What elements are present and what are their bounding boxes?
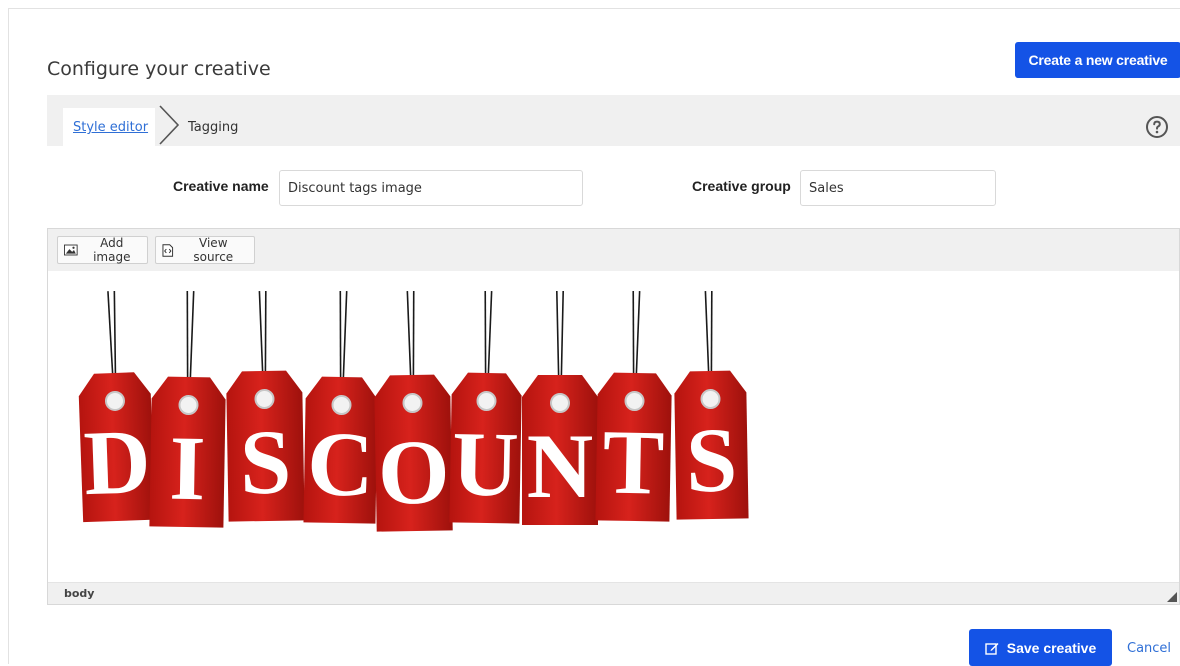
tag-hole <box>331 394 352 415</box>
tag-letter: C <box>306 412 374 515</box>
save-creative-label: Save creative <box>1006 639 1097 656</box>
creative-group-input[interactable] <box>800 170 996 206</box>
tag-letter: S <box>239 411 292 514</box>
discount-tag-o: O <box>374 291 453 532</box>
page-title: Configure your creative <box>47 57 271 80</box>
help-circle-icon[interactable] <box>1145 115 1169 139</box>
discount-tag-c: C <box>303 291 378 524</box>
tag-letter: I <box>169 417 207 520</box>
discount-tag-i: I <box>149 291 226 528</box>
creative-group-label: Creative group <box>692 178 791 194</box>
resize-handle-icon[interactable] <box>1167 592 1177 602</box>
tag-hole <box>476 390 497 411</box>
view-source-label: View source <box>193 236 234 264</box>
discount-tag-s: S <box>226 291 305 522</box>
discounts-tags-image[interactable]: DISCOUNTS <box>74 291 764 541</box>
tag-letter: T <box>602 410 665 513</box>
image-icon <box>64 244 78 256</box>
discount-tag-d: D <box>78 291 156 523</box>
tag-hole <box>624 390 645 411</box>
tag-hole <box>104 390 125 411</box>
tab-tagging[interactable]: Tagging <box>188 120 238 135</box>
save-creative-button[interactable]: Save creative <box>969 629 1112 666</box>
editor-toolbar: Add image View source <box>48 229 1179 272</box>
add-image-label: Add image <box>93 236 131 264</box>
breadcrumb-chevron-icon <box>159 105 180 145</box>
add-image-button[interactable]: Add image <box>57 236 148 264</box>
tag-hole <box>700 388 721 409</box>
tag-letter: N <box>527 415 593 517</box>
rich-text-editor: Add image View source DISCOUNTS body <box>47 228 1180 605</box>
tag-letter: O <box>377 420 450 523</box>
create-new-creative-button[interactable]: Create a new creative <box>1015 42 1180 78</box>
view-source-button[interactable]: View source <box>155 236 255 264</box>
element-path[interactable]: body <box>64 587 94 600</box>
edit-icon <box>985 642 999 655</box>
discount-tag-s: S <box>674 291 749 520</box>
tag-hole <box>254 388 275 409</box>
tab-style-editor-label[interactable]: Style editor <box>73 120 148 135</box>
creative-name-input[interactable] <box>279 170 583 206</box>
tag-letter: U <box>451 412 519 515</box>
tab-style-editor[interactable]: Style editor <box>63 108 155 146</box>
editor-content-area[interactable]: DISCOUNTS <box>48 271 1179 583</box>
tag-letter: S <box>685 409 738 512</box>
tag-hole <box>178 394 199 415</box>
tag-hole <box>402 392 423 413</box>
editor-status-bar: body <box>48 582 1179 604</box>
tag-letter: D <box>82 410 152 514</box>
tab-bar: Style editor Tagging <box>47 95 1180 146</box>
tag-hole <box>550 393 570 413</box>
creative-name-label: Creative name <box>173 178 269 194</box>
source-code-icon <box>162 243 174 257</box>
discount-tag-t: T <box>595 291 672 522</box>
cancel-link[interactable]: Cancel <box>1127 641 1171 656</box>
discount-tag-n: N <box>522 291 598 525</box>
discount-tag-u: U <box>449 291 522 524</box>
